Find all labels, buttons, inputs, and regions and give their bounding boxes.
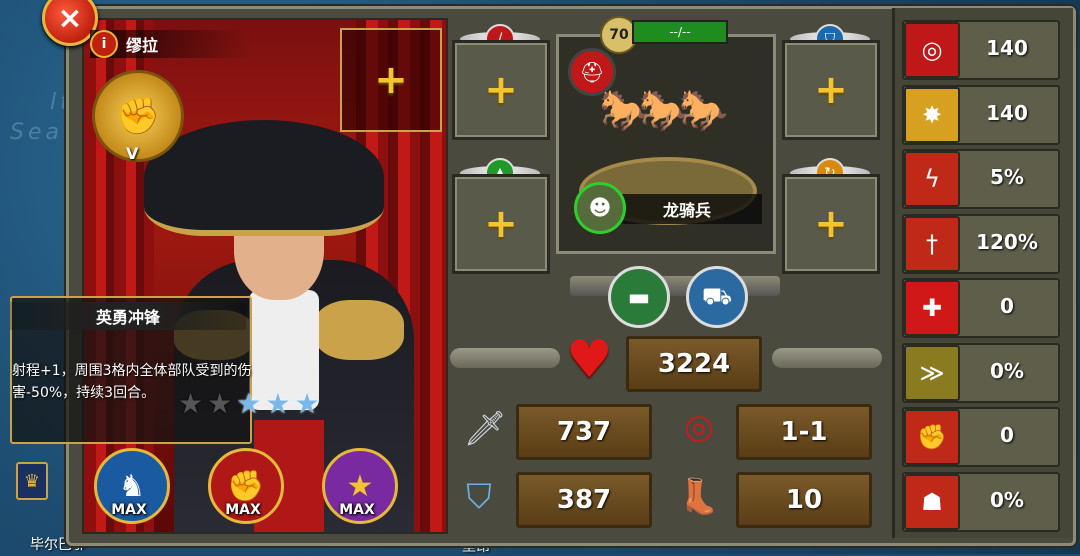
attribute-row[interactable]: ✊ 0	[902, 407, 1060, 467]
horse-icon: ♞	[118, 468, 146, 504]
nation-flag-icon[interactable]: ♛	[16, 462, 48, 500]
sword-icon: 🗡	[463, 409, 507, 449]
hero-name: 缪拉	[126, 36, 159, 55]
lightning-icon: ϟ	[904, 151, 960, 207]
attribute-value: 5%	[990, 165, 1024, 189]
plus-icon: +	[814, 67, 848, 113]
portrait-add-slot[interactable]: +	[340, 28, 442, 132]
attribute-value: 140	[986, 100, 1028, 125]
hero-rank-level: V	[126, 144, 139, 163]
plus-icon: +	[484, 201, 518, 247]
attribute-value: 0%	[990, 487, 1024, 512]
cavalry-figures: 🐎🐎🐎	[599, 88, 728, 134]
equip-slot-boots[interactable]: +	[452, 174, 550, 274]
ornament-left	[450, 348, 560, 368]
rank-chevron-icon: ≫	[904, 344, 960, 401]
ornament-right	[772, 348, 882, 368]
attribute-row[interactable]: ≫ 0%	[902, 342, 1060, 403]
medical-cross-icon: ✚	[904, 280, 960, 336]
target-icon: ◎	[904, 22, 960, 78]
star-icon: ★	[236, 387, 262, 420]
troop-name: 龙骑兵	[612, 194, 762, 224]
map-sea-label-decoration-2: Sea	[10, 120, 63, 145]
attack-value: 737	[516, 404, 652, 460]
helmet-icon: ⛑	[568, 48, 616, 96]
equip-slot-weapon[interactable]: +	[452, 40, 550, 140]
equip-slot-accessory[interactable]: +	[782, 174, 880, 274]
star-icon: ★	[294, 387, 320, 420]
skill-title: 英勇冲锋	[10, 302, 246, 330]
attribute-row[interactable]: ☗ 0%	[902, 471, 1060, 532]
attribute-value: 0	[1000, 423, 1014, 447]
troop-hp-bar: --/--	[632, 20, 728, 44]
heart-icon: ♥	[566, 330, 613, 390]
boot-icon: 👢	[677, 477, 721, 517]
attribute-row[interactable]: † 120%	[902, 213, 1060, 274]
hero-epaulet-right	[314, 300, 404, 360]
hero-bicorne-hat	[144, 120, 384, 236]
skill-star-rating: ★ ★ ★ ★ ★	[178, 390, 320, 418]
explosion-icon: ✸	[904, 86, 960, 143]
plus-icon: +	[374, 57, 408, 103]
unit-connector	[570, 276, 780, 296]
attribute-value: 0	[1000, 294, 1014, 318]
star-icon: ★	[346, 468, 374, 504]
tank-icon[interactable]: ▬	[608, 266, 670, 328]
close-icon: ×	[57, 0, 83, 36]
attribute-row[interactable]: ✸ 140	[902, 84, 1060, 145]
movement-value: 10	[736, 472, 872, 528]
burning-man-icon: ☗	[904, 473, 960, 530]
defense-value: 387	[516, 472, 652, 528]
fist-shield-icon: ✊	[904, 409, 960, 465]
fist-icon: ✊	[227, 468, 265, 504]
range-value: 1-1	[736, 404, 872, 460]
skill-max-label: MAX	[225, 502, 261, 518]
sword-fire-icon: †	[904, 215, 960, 272]
shield-icon: ⛉	[466, 477, 492, 517]
equip-slot-armor[interactable]: +	[782, 40, 880, 140]
star-icon: ★	[207, 387, 233, 420]
attribute-value: 0%	[990, 358, 1024, 383]
plus-icon: +	[484, 67, 518, 113]
jeep-icon[interactable]: ⛟	[686, 266, 748, 328]
attribute-row[interactable]: ✚ 0	[902, 278, 1060, 338]
star-icon: ★	[178, 387, 204, 420]
hero-name-bar: i 缪拉	[90, 30, 250, 58]
plus-icon: +	[814, 201, 848, 247]
hp-value: 3224	[626, 336, 762, 392]
attribute-value: 120%	[976, 229, 1038, 254]
info-icon[interactable]: i	[90, 30, 118, 58]
soldier-icon[interactable]: ☻	[574, 182, 626, 234]
star-icon: ★	[265, 387, 291, 420]
attribute-row[interactable]: ◎ 140	[902, 20, 1060, 80]
skill-max-label: MAX	[339, 502, 375, 518]
attribute-row[interactable]: ϟ 5%	[902, 149, 1060, 209]
attribute-value: 140	[986, 36, 1028, 60]
skill-max-label: MAX	[111, 502, 147, 518]
target-icon: ◎	[684, 407, 714, 447]
